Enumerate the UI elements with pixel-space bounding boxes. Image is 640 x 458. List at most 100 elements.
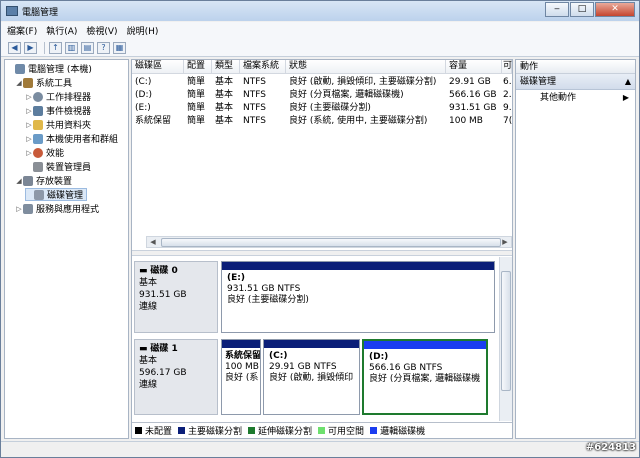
cell-filesystem: NTFS xyxy=(243,77,266,87)
menu-bar: 檔案(F) 執行(A) 檢視(V) 說明(H) xyxy=(1,22,639,39)
disk-1-label[interactable]: ▬ 磁碟 1 基本 596.17 GB 連線 xyxy=(134,339,218,415)
tree-item-label: 系統工具 xyxy=(36,79,73,89)
tree-item-task-scheduler[interactable]: ▷ 工作排程器 xyxy=(25,90,91,103)
column-header-type[interactable]: 類型 xyxy=(212,60,240,74)
tree-item-label: 工作排程器 xyxy=(46,93,92,103)
menu-help[interactable]: 說明(H) xyxy=(127,24,159,37)
show-hide-tree-icon[interactable]: ▥ xyxy=(65,41,78,54)
tree-toggle[interactable]: ▷ xyxy=(25,93,33,101)
tree-toggle[interactable]: ▷ xyxy=(25,107,33,115)
table-row[interactable]: (D:) 簡單 基本 NTFS 良好 (分頁檔案, 邏輯磁碟機) 566.16 … xyxy=(132,89,512,102)
tree-item-label: 本機使用者和群組 xyxy=(46,135,119,145)
title-bar[interactable]: 電腦管理 ‒ □ ✕ xyxy=(1,1,639,21)
tree-item-label: 電腦管理 (本機) xyxy=(28,65,92,75)
tree-item-local-users[interactable]: ▷ 本機使用者和群組 xyxy=(25,132,118,145)
forward-arrow-icon[interactable]: ▶ xyxy=(24,41,37,54)
partition-system-reserved[interactable]: 系統保留 100 MB 良好 (系 xyxy=(221,339,261,415)
partition-status: 良好 (主要磁碟分割) xyxy=(227,295,309,305)
cell-free: 9. xyxy=(503,103,512,113)
menu-file[interactable]: 檔案(F) xyxy=(7,24,37,37)
tree-toggle[interactable]: ▷ xyxy=(25,121,33,129)
vertical-scrollbar[interactable] xyxy=(499,257,512,421)
disk-type: 基本 xyxy=(139,278,158,288)
legend-label: 邏輯磁碟機 xyxy=(380,427,426,437)
scroll-left-icon[interactable]: ◀ xyxy=(147,237,159,247)
action-more-actions[interactable]: 其他動作 ▶ xyxy=(516,90,635,106)
cell-free: 2. xyxy=(503,90,512,100)
table-row[interactable]: (C:) 簡單 基本 NTFS 良好 (啟動, 損毀傾印, 主要磁碟分割) 29… xyxy=(132,76,512,89)
cell-type: 基本 xyxy=(215,90,234,100)
table-row[interactable]: (E:) 簡單 基本 NTFS 良好 (主要磁碟分割) 931.51 GB 9. xyxy=(132,102,512,115)
scrollbar-thumb[interactable] xyxy=(161,238,501,247)
scrollbar-thumb[interactable] xyxy=(501,271,511,391)
minimize-button[interactable]: ‒ xyxy=(545,2,569,17)
scroll-right-icon[interactable]: ▶ xyxy=(499,237,511,247)
pane-splitter[interactable] xyxy=(132,250,512,256)
tree-item-shared-folders[interactable]: ▷ 共用資料夾 xyxy=(25,118,91,131)
partition-d[interactable]: (D:) 566.16 GB NTFS 良好 (分頁檔案, 邏輯磁碟機 xyxy=(362,339,488,415)
cell-volume: (D:) xyxy=(135,90,152,100)
column-header-capacity[interactable]: 容量 xyxy=(446,60,502,74)
menu-action[interactable]: 執行(A) xyxy=(46,24,77,37)
computer-icon xyxy=(15,63,25,74)
tree-item-label: 事件檢視器 xyxy=(46,107,92,117)
column-header-filesystem[interactable]: 檔案系統 xyxy=(240,60,286,74)
status-bar xyxy=(1,441,639,457)
tree-item-event-viewer[interactable]: ▷ 事件檢視器 xyxy=(25,104,91,117)
back-arrow-icon[interactable]: ◀ xyxy=(8,41,21,54)
column-header-free[interactable]: 可 xyxy=(502,60,512,74)
tree-toggle[interactable]: ▷ xyxy=(25,135,33,143)
tree-item-storage[interactable]: ◢ 存放裝置 xyxy=(15,174,72,187)
legend-item: 主要磁碟分割 xyxy=(178,424,242,437)
partition-bar xyxy=(222,262,494,270)
close-button[interactable]: ✕ xyxy=(595,2,635,17)
actions-pane: 動作 磁碟管理 ▲ 其他動作 ▶ xyxy=(515,59,636,439)
tree-item-disk-management[interactable]: 磁碟管理 xyxy=(25,188,88,201)
users-icon xyxy=(33,133,43,144)
tree-item-label: 磁碟管理 xyxy=(47,191,84,201)
cell-volume: 系統保留 xyxy=(135,116,172,126)
clock-icon xyxy=(33,91,43,102)
chevron-right-icon: ▶ xyxy=(622,93,629,102)
cell-type: 基本 xyxy=(215,77,234,87)
disk-0-label[interactable]: ▬ 磁碟 0 基本 931.51 GB 連線 xyxy=(134,261,218,333)
cell-status: 良好 (啟動, 損毀傾印, 主要磁碟分割) xyxy=(289,77,437,87)
partition-status: 良好 (分頁檔案, 邏輯磁碟機 xyxy=(369,374,481,384)
tree-item-performance[interactable]: ▷ 效能 xyxy=(25,146,64,159)
actions-section-disk-management[interactable]: 磁碟管理 ▲ xyxy=(516,74,635,90)
partition-e[interactable]: (E:) 931.51 GB NTFS 良好 (主要磁碟分割) xyxy=(221,261,495,333)
legend-item: 延伸磁碟分割 xyxy=(248,424,312,437)
tree-item-system-tools[interactable]: ◢ 系統工具 xyxy=(15,76,72,89)
tree-toggle[interactable]: ◢ xyxy=(15,79,23,87)
help-icon[interactable]: ? xyxy=(97,41,110,54)
legend-item: 未配置 xyxy=(135,424,172,437)
legend-item: 邏輯磁碟機 xyxy=(370,424,425,437)
tree-item-services-apps[interactable]: ▷ 服務與應用程式 xyxy=(15,202,99,215)
collapse-icon[interactable]: ▲ xyxy=(625,74,631,90)
menu-view[interactable]: 檢視(V) xyxy=(86,24,117,37)
legend-item: 可用空間 xyxy=(318,424,364,437)
column-header-status[interactable]: 狀態 xyxy=(286,60,446,74)
legend-swatch xyxy=(318,427,326,434)
tree-item-computer-management[interactable]: 電腦管理 (本機) xyxy=(7,62,92,75)
disk-icon: ▬ xyxy=(139,344,151,354)
legend-label: 延伸磁碟分割 xyxy=(258,427,313,437)
column-header-volume[interactable]: 磁碟區 xyxy=(132,60,184,74)
partition-name: (D:) xyxy=(369,352,389,362)
partition-status: 良好 (啟動, 損毀傾印 xyxy=(269,373,354,383)
up-folder-icon[interactable]: ↑ xyxy=(49,41,62,54)
tree-toggle[interactable]: ◢ xyxy=(15,177,23,185)
horizontal-scrollbar[interactable]: ◀ ▶ xyxy=(146,236,512,248)
partition-status: 良好 (系 xyxy=(225,373,259,383)
table-row[interactable]: 系統保留 簡單 基本 NTFS 良好 (系統, 使用中, 主要磁碟分割) 100… xyxy=(132,115,512,128)
column-header-layout[interactable]: 配置 xyxy=(184,60,212,74)
partition-c[interactable]: (C:) 29.91 GB NTFS 良好 (啟動, 損毀傾印 xyxy=(263,339,360,415)
properties-icon[interactable]: ▤ xyxy=(81,41,94,54)
maximize-button[interactable]: □ xyxy=(570,2,594,17)
tree-toggle[interactable]: ▷ xyxy=(15,205,23,213)
tree-toggle[interactable]: ▷ xyxy=(25,149,33,157)
tree-item-device-manager[interactable]: 裝置管理員 xyxy=(25,160,91,173)
pane-icon[interactable]: ▦ xyxy=(113,41,126,54)
disk-management-icon xyxy=(34,189,44,200)
legend-label: 可用空間 xyxy=(328,427,365,437)
